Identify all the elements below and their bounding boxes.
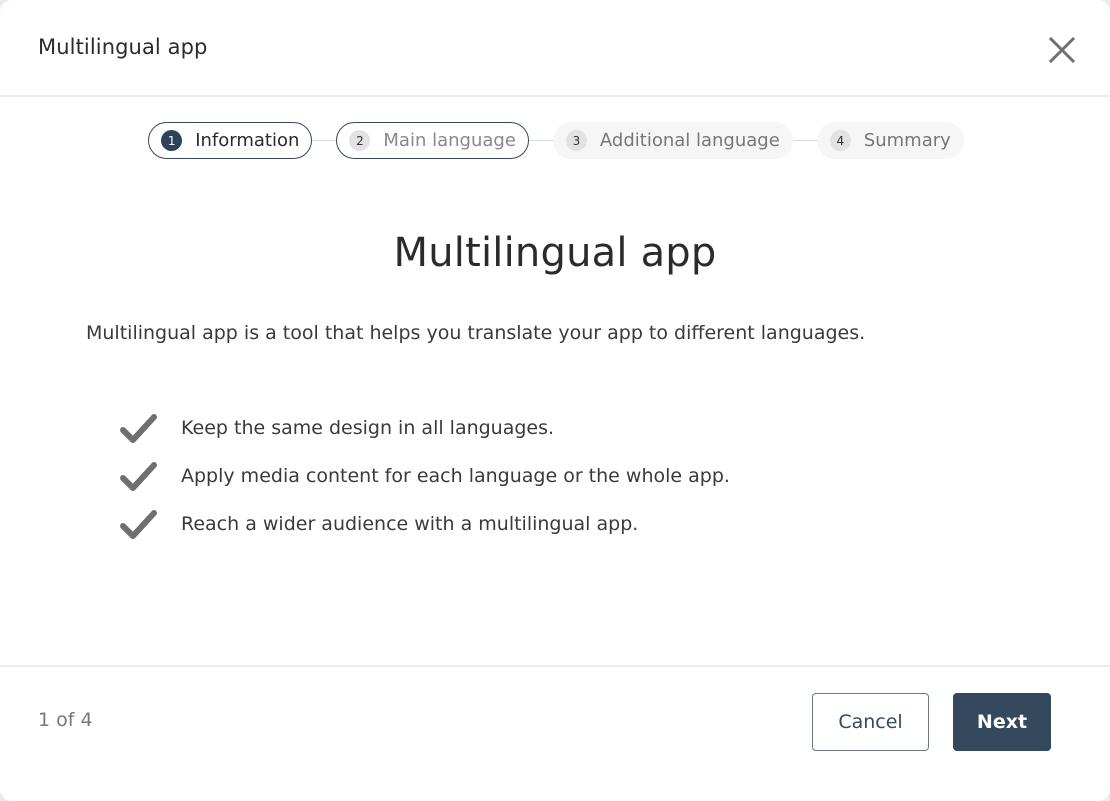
intro-text: Multilingual app is a tool that helps yo… — [86, 322, 866, 344]
step-label: Information — [195, 130, 300, 151]
step-number: 4 — [829, 130, 851, 151]
step-number: 3 — [565, 130, 587, 151]
step-number: 1 — [161, 130, 183, 151]
content-heading: Multilingual app — [393, 230, 717, 276]
feature-text: Apply media content for each language or… — [181, 465, 730, 487]
page-indicator: 1 of 4 — [38, 709, 93, 731]
dialog-header: Multilingual app — [0, 0, 1110, 97]
step-main-language[interactable]: 2 Main language — [336, 122, 529, 159]
close-icon — [1049, 37, 1075, 63]
step-label: Additional language — [599, 130, 780, 151]
close-button[interactable] — [1046, 34, 1078, 66]
wizard-stepper: 1 Information 2 Main language 3 Addition… — [0, 122, 1110, 159]
step-connector — [528, 140, 553, 141]
step-label: Summary — [863, 130, 951, 151]
feature-text: Reach a wider audience with a multilingu… — [181, 513, 639, 535]
checkmark-icon — [120, 462, 157, 491]
step-label: Main language — [383, 130, 516, 151]
multilingual-app-dialog: Multilingual app 1 Information 2 Main la… — [0, 0, 1110, 801]
cancel-button[interactable]: Cancel — [812, 693, 929, 751]
dialog-footer: 1 of 4 Cancel Next — [0, 665, 1110, 801]
checkmark-icon — [120, 414, 157, 443]
list-item: Apply media content for each language or… — [118, 452, 730, 500]
step-connector — [792, 140, 817, 141]
step-summary[interactable]: 4 Summary — [816, 122, 964, 159]
list-item: Keep the same design in all languages. — [118, 404, 730, 452]
step-additional-language[interactable]: 3 Additional language — [552, 122, 793, 159]
feature-list: Keep the same design in all languages. A… — [118, 404, 730, 548]
feature-text: Keep the same design in all languages. — [181, 417, 555, 439]
step-number: 2 — [349, 130, 371, 151]
list-item: Reach a wider audience with a multilingu… — [118, 500, 730, 548]
checkmark-icon — [120, 510, 157, 539]
next-button[interactable]: Next — [953, 693, 1051, 751]
step-connector — [312, 140, 337, 141]
step-information[interactable]: 1 Information — [148, 122, 313, 159]
dialog-title: Multilingual app — [38, 35, 208, 59]
